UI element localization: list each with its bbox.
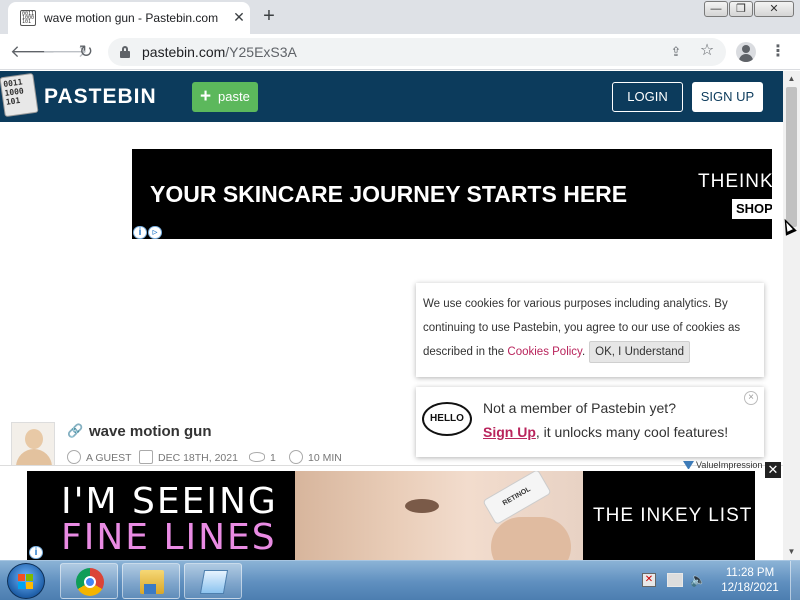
user-icon: [67, 450, 81, 464]
paste-expiry: 10 MIN: [308, 452, 342, 464]
taskbar-explorer-button[interactable]: [122, 563, 180, 599]
stopwatch-icon: [289, 450, 303, 464]
paste-author[interactable]: A GUEST: [86, 452, 132, 464]
bottom-sticky-ad: I'M SEEING FINE LINES RETINOL THE INKEY …: [0, 460, 783, 560]
chrome-icon: [76, 568, 104, 596]
bottom-ad-creative[interactable]: I'M SEEING FINE LINES RETINOL THE INKEY …: [27, 471, 755, 560]
taskbar-chrome-button[interactable]: [60, 563, 118, 599]
scroll-up-arrow-icon[interactable]: ▲: [783, 71, 800, 87]
pastebin-logo-icon[interactable]: 0011 1000 101: [0, 72, 39, 118]
bottom-ad-line1: I'M SEEING: [61, 481, 278, 522]
bottom-ad-close-button[interactable]: ✕: [765, 462, 781, 478]
reload-icon[interactable]: ↻: [74, 40, 98, 64]
notepad-icon: [199, 570, 229, 594]
cookies-policy-link[interactable]: Cookies Policy: [507, 346, 582, 358]
author-meta: A GUEST: [67, 450, 132, 466]
ad-brand: THEINK: [698, 171, 772, 192]
taskbar-notepad-button[interactable]: [184, 563, 242, 599]
pastebin-favicon-icon: 0011 1000 101: [20, 10, 36, 26]
link-icon: 🔗: [67, 423, 84, 438]
ad-info-icon[interactable]: i: [133, 226, 147, 239]
url-path: /Y25ExS3A: [225, 44, 297, 60]
scroll-down-arrow-icon[interactable]: ▼: [783, 544, 800, 560]
model-eye: [405, 499, 439, 513]
tab-title: wave motion gun - Pastebin.com: [44, 11, 219, 25]
expiry-meta: 10 MIN: [289, 450, 342, 466]
plus-icon: +: [200, 86, 212, 107]
show-desktop-button[interactable]: [790, 561, 800, 600]
calendar-icon: [139, 450, 153, 464]
paste-title: wave motion gun: [89, 423, 212, 440]
page-viewport: 0011 1000 101 PASTEBIN + paste LOGIN SIG…: [0, 71, 783, 560]
cookie-notice: We use cookies for various purposes incl…: [416, 283, 764, 377]
volume-icon[interactable]: 🔈: [690, 571, 706, 589]
bottom-ad-brand: THE INKEY LIST: [593, 505, 753, 526]
url-host: pastebin.com: [142, 44, 226, 60]
new-paste-label: paste: [218, 89, 250, 104]
new-tab-button[interactable]: +: [258, 5, 280, 27]
browser-tab-active[interactable]: 0011 1000 101 wave motion gun - Pastebin…: [8, 2, 250, 34]
window-minimize-button[interactable]: —: [704, 1, 728, 17]
share-icon[interactable]: ⇪: [668, 44, 684, 60]
signup-button[interactable]: SIGN UP: [692, 82, 763, 112]
paste-date: DEC 18TH, 2021: [158, 452, 238, 464]
bottom-ad-info-icon[interactable]: i: [29, 546, 43, 559]
windows-logo-icon: [18, 574, 34, 589]
forward-arrow-icon[interactable]: 🡒: [42, 40, 88, 64]
bottom-ad-line2: FINE LINES: [61, 517, 277, 558]
window-close-button[interactable]: ✕: [754, 1, 794, 17]
menu-icon[interactable]: ⋮: [770, 42, 786, 62]
windows-taskbar: ✕ 🔈 11:28 PM 12/18/2021: [0, 560, 800, 600]
logo-text[interactable]: PASTEBIN: [44, 85, 157, 109]
window-maximize-button[interactable]: ❐: [729, 1, 753, 17]
browser-toolbar: 🡐 🡒 ↻ pastebin.com/Y25ExS3A ⇪ ☆ ⋮: [0, 34, 800, 70]
tab-close-icon[interactable]: ✕: [230, 8, 248, 26]
ad-network-label[interactable]: ValueImpression: [696, 460, 762, 470]
system-clock[interactable]: 11:28 PM 12/18/2021: [716, 566, 784, 596]
start-button[interactable]: [7, 563, 45, 599]
ad-headline: YOUR SKINCARE JOURNEY STARTS HERE: [150, 181, 628, 207]
new-paste-button[interactable]: + paste: [192, 82, 258, 112]
clock-time: 11:28 PM: [725, 567, 775, 579]
lock-icon[interactable]: [120, 46, 130, 58]
cookie-period: .: [581, 346, 586, 358]
adchoices-icon[interactable]: ▹: [148, 226, 162, 239]
paste-views: 1: [270, 452, 276, 464]
member-notice: HELLO Not a member of Pastebin yet? Sign…: [416, 387, 764, 457]
explorer-folder-icon: [140, 570, 164, 594]
valueimpression-logo-icon: [683, 461, 694, 470]
logo-binary: 0011 1000 101: [0, 72, 39, 118]
scroll-thumb[interactable]: [786, 87, 797, 227]
site-header: 0011 1000 101 PASTEBIN + paste LOGIN SIG…: [0, 71, 783, 122]
ad-shop-button[interactable]: SHOP: [732, 199, 772, 219]
page-scrollbar[interactable]: ▲ ▼: [783, 71, 800, 560]
back-arrow-icon[interactable]: 🡐: [10, 40, 56, 64]
member-notice-subtitle: Sign Up, it unlocks many cool features!: [483, 424, 728, 440]
cookie-text: We use cookies for various purposes incl…: [423, 292, 754, 364]
member-subtitle-rest: , it unlocks many cool features!: [535, 424, 729, 440]
guest-avatar: [11, 422, 55, 466]
clock-date: 12/18/2021: [721, 582, 779, 594]
login-button[interactable]: LOGIN: [612, 82, 683, 112]
url-text[interactable]: pastebin.com/Y25ExS3A: [142, 44, 297, 60]
network-icon[interactable]: [667, 573, 683, 587]
member-notice-title: Not a member of Pastebin yet?: [483, 400, 676, 416]
cookie-ok-button[interactable]: OK, I Understand: [589, 341, 691, 363]
model-hand: [491, 517, 571, 560]
star-icon[interactable]: ☆: [698, 42, 716, 60]
action-center-flag-icon[interactable]: ✕: [642, 573, 656, 587]
top-banner-ad[interactable]: YOUR SKINCARE JOURNEY STARTS HERE THEINK…: [132, 149, 772, 239]
views-meta: 1: [249, 450, 276, 466]
eye-icon: [249, 452, 265, 462]
profile-icon[interactable]: [736, 42, 756, 62]
hello-speech-bubble-icon: HELLO: [422, 402, 472, 436]
address-bar[interactable]: pastebin.com/Y25ExS3A ⇪ ☆: [108, 38, 726, 66]
tab-strip: 0011 1000 101 wave motion gun - Pastebin…: [0, 0, 800, 34]
member-signup-link[interactable]: Sign Up: [483, 424, 536, 440]
member-notice-close-icon[interactable]: ×: [744, 391, 758, 405]
bottom-ad-photo: RETINOL: [295, 471, 583, 560]
date-meta: DEC 18TH, 2021: [139, 450, 238, 466]
